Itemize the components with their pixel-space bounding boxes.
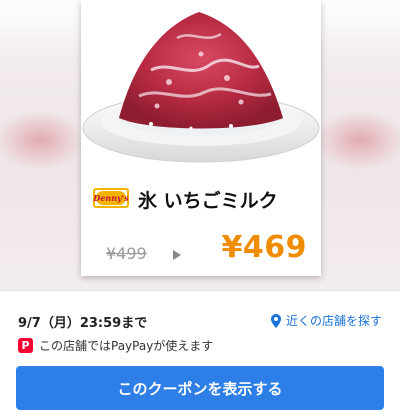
coupon-info-panel: 9/7（月）23:59まで 近くの店舗を探す P この店舗ではPayPayが使え…	[0, 290, 400, 419]
paypay-notice: P この店舗ではPayPayが使えます	[18, 337, 213, 354]
show-coupon-button[interactable]: このクーポンを表示する	[16, 366, 384, 410]
paypay-text: この店舗ではPayPayが使えます	[39, 339, 214, 353]
coupon-card[interactable]: Denny's 氷 いちごミルク ¥499 ¥469	[81, 0, 321, 276]
arrow-right-icon	[173, 250, 181, 260]
map-pin-icon	[270, 313, 281, 328]
find-nearby-store-link[interactable]: 近くの店舗を探す	[270, 312, 382, 329]
price-row: ¥499 ¥469	[81, 230, 321, 270]
product-title-row: Denny's 氷 いちごミルク	[81, 178, 321, 218]
product-name: 氷 いちごミルク	[138, 190, 278, 212]
dennys-logo: Denny's	[93, 188, 129, 208]
find-store-label: 近くの店舗を探す	[285, 314, 382, 328]
old-price: ¥499	[106, 244, 147, 263]
expiry-deadline: 9/7（月）23:59まで	[18, 316, 148, 331]
paypay-icon: P	[18, 338, 33, 353]
product-photo	[81, 0, 321, 178]
dennys-logo-text: Denny's	[93, 193, 129, 203]
new-price: ¥469	[221, 230, 307, 265]
divider	[0, 290, 400, 291]
